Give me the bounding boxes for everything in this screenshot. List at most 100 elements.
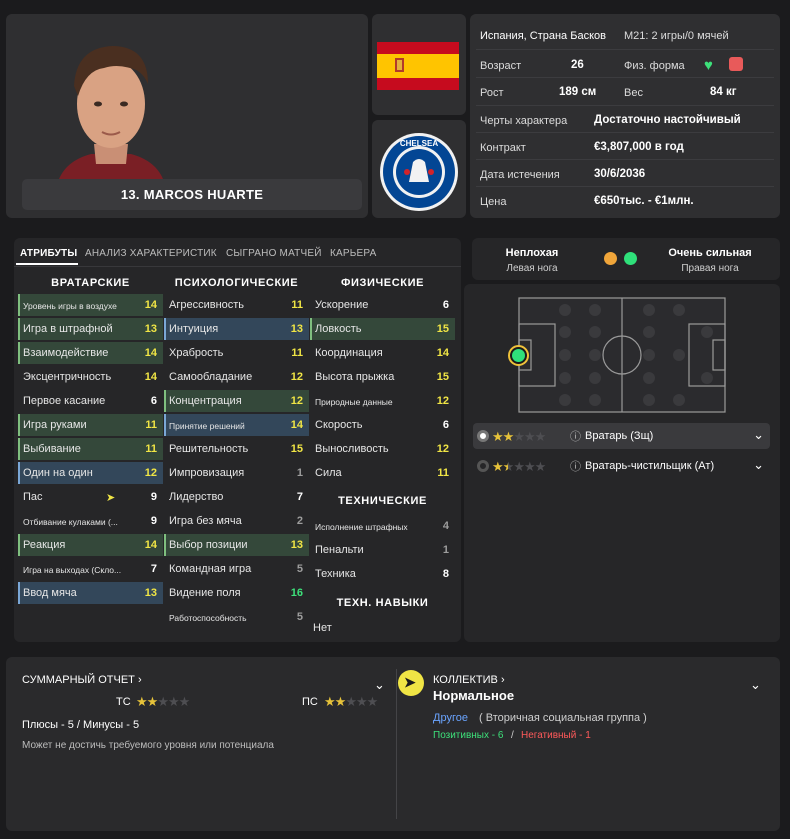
attribute-value: 6 bbox=[150, 395, 157, 407]
attribute-row[interactable]: Выносливость 12 bbox=[310, 438, 455, 460]
nation-flag-panel[interactable] bbox=[372, 14, 466, 115]
attribute-name: Отбивание кулаками (... bbox=[23, 517, 118, 527]
collective-link[interactable]: КОЛЛЕКТИВ › bbox=[433, 674, 505, 686]
attribute-value: 1 bbox=[442, 544, 449, 556]
attribute-row[interactable]: Один на один 12 bbox=[18, 462, 163, 484]
collective-icon: ➤ bbox=[398, 670, 424, 696]
attribute-value: 16 bbox=[290, 587, 303, 599]
nation-label[interactable]: Испания, Страна Басков bbox=[480, 30, 606, 42]
attribute-row[interactable]: Отбивание кулаками (... 9 bbox=[18, 510, 163, 532]
summary-report-link[interactable]: СУММАРНЫЙ ОТЧЕТ › bbox=[22, 674, 142, 686]
attribute-name: Храбрость bbox=[169, 347, 224, 359]
role-radio[interactable] bbox=[477, 460, 489, 472]
attribute-row[interactable]: Взаимодействие 14 bbox=[18, 342, 163, 364]
attribute-row[interactable]: Агрессивность 11 bbox=[164, 294, 309, 316]
chevron-down-icon[interactable]: ⌄ bbox=[750, 677, 761, 693]
attribute-row[interactable]: Высота прыжка 15 bbox=[310, 366, 455, 388]
attribute-name: Эксцентричность bbox=[23, 371, 112, 383]
attribute-name: Координация bbox=[315, 347, 383, 359]
attribute-row[interactable]: Лидерство 7 bbox=[164, 486, 309, 508]
attribute-row[interactable]: Командная игра 5 bbox=[164, 558, 309, 580]
club-badge-panel[interactable]: CHELSEA bbox=[372, 120, 466, 218]
role-row-1[interactable]: ★★★★★ ⓘ Вратарь (Зщ) ⌄ bbox=[473, 423, 770, 449]
attribute-row[interactable]: Реакция 14 bbox=[18, 534, 163, 556]
attribute-row[interactable]: Ускорение 6 bbox=[310, 294, 455, 316]
attribute-value: 14 bbox=[144, 299, 157, 311]
attribute-value: 7 bbox=[150, 563, 157, 575]
chevron-down-icon[interactable]: ⌄ bbox=[374, 677, 385, 693]
svg-text:CHELSEA: CHELSEA bbox=[400, 139, 438, 148]
tab-analysis[interactable]: АНАЛИЗ ХАРАКТЕРИСТИК bbox=[85, 248, 217, 259]
attribute-value: 5 bbox=[296, 563, 303, 575]
attribute-name: Исполнение штрафных bbox=[315, 522, 408, 532]
physical-header: ФИЗИЧЕСКИЕ bbox=[340, 277, 425, 289]
star-icon: ★ bbox=[334, 694, 347, 709]
attribute-row[interactable]: Игра без мяча 2 bbox=[164, 510, 309, 532]
star-icon: ★ bbox=[534, 429, 547, 444]
attribute-row[interactable]: Координация 14 bbox=[310, 342, 455, 364]
attribute-row[interactable]: Игра руками 11 bbox=[18, 414, 163, 436]
attribute-row[interactable]: Первое касание 6 bbox=[18, 390, 163, 412]
price-value: €650тыс. - €1млн. bbox=[594, 195, 694, 207]
attribute-row[interactable]: Самообладание 12 bbox=[164, 366, 309, 388]
attribute-value: 11 bbox=[437, 467, 449, 479]
attribute-value: 4 bbox=[442, 520, 449, 532]
attribute-name: Пас bbox=[23, 491, 43, 503]
attribute-row[interactable]: Интуиция 13 bbox=[164, 318, 309, 340]
attribute-row[interactable]: Концентрация 12 bbox=[164, 390, 309, 412]
contract-value: €3,807,000 в год bbox=[594, 141, 684, 153]
player-photo-panel: 13. MARCOS HUARTE bbox=[6, 14, 368, 218]
attribute-row[interactable]: Принятие решений 14 bbox=[164, 414, 309, 436]
goalkeeper-position-marker[interactable] bbox=[508, 345, 529, 366]
attribute-row[interactable]: Работоспособность 5 bbox=[164, 606, 309, 628]
social-group-link[interactable]: Другое bbox=[433, 712, 468, 724]
player-info-panel: Испания, Страна Басков М21: 2 игры/0 мяч… bbox=[470, 14, 780, 218]
attribute-name: Интуиция bbox=[169, 323, 219, 335]
attribute-value: 14 bbox=[144, 347, 157, 359]
info-icon[interactable]: ⓘ bbox=[570, 428, 581, 444]
tab-career[interactable]: КАРЬЕРА bbox=[330, 248, 376, 259]
info-icon[interactable]: ⓘ bbox=[570, 458, 581, 474]
half-star-icon: ★ bbox=[502, 459, 515, 474]
summary-title: СУММАРНЫЙ ОТЧЕТ bbox=[22, 674, 135, 686]
attribute-row[interactable]: Ловкость 15 bbox=[310, 318, 455, 340]
attribute-row[interactable]: Техника 8 bbox=[310, 563, 455, 585]
attribute-row[interactable]: Ввод мяча 13 bbox=[18, 582, 163, 604]
attribute-value: 12 bbox=[436, 443, 449, 455]
attribute-name: Работоспособность bbox=[169, 613, 247, 623]
chevron-down-icon[interactable]: ⌄ bbox=[753, 427, 764, 443]
collective-status: Нормальное bbox=[433, 688, 515, 703]
attribute-value: 1 bbox=[296, 467, 303, 479]
attribute-row[interactable]: Решительность 15 bbox=[164, 438, 309, 460]
tab-attributes[interactable]: АТРИБУТЫ bbox=[20, 248, 77, 259]
attribute-row[interactable]: Скорость 6 bbox=[310, 414, 455, 436]
attribute-row[interactable]: Игра на выходах (Скло... 7 bbox=[18, 558, 163, 580]
star-icon: ★ bbox=[366, 694, 379, 709]
attribute-row[interactable]: Видение поля 16 bbox=[164, 582, 309, 604]
attribute-value: 13 bbox=[144, 587, 157, 599]
chevron-down-icon[interactable]: ⌄ bbox=[753, 457, 764, 473]
role-radio-selected[interactable] bbox=[477, 430, 489, 442]
attribute-row[interactable]: Пенальти 1 bbox=[310, 539, 455, 561]
attribute-name: Взаимодействие bbox=[23, 347, 109, 359]
attribute-row[interactable]: Пас 9 bbox=[18, 486, 163, 508]
attribute-row[interactable]: Природные данные 12 bbox=[310, 390, 455, 412]
role-row-2[interactable]: ★★★★★ ⓘ Вратарь-чистильщик (Ат) ⌄ bbox=[473, 453, 770, 479]
attribute-row[interactable]: Импровизация 1 bbox=[164, 462, 309, 484]
left-foot-rating: Неплохая bbox=[505, 247, 559, 259]
pitch-diagram bbox=[518, 297, 726, 413]
tab-matches[interactable]: СЫГРАНО МАТЧЕЙ bbox=[226, 248, 322, 259]
attribute-row[interactable]: Исполнение штрафных 4 bbox=[310, 515, 455, 537]
attribute-row[interactable]: Выбор позиции 13 bbox=[164, 534, 309, 556]
personality-label: Черты характера bbox=[480, 115, 568, 127]
attribute-row[interactable]: Сила 11 bbox=[310, 462, 455, 484]
role-stars: ★★★★★ bbox=[492, 428, 547, 446]
attribute-row[interactable]: Выбивание 11 bbox=[18, 438, 163, 460]
attribute-row[interactable]: Храбрость 11 bbox=[164, 342, 309, 364]
expiry-value: 30/6/2036 bbox=[594, 168, 646, 180]
attribute-row[interactable]: Уровень игры в воздухе 14 bbox=[18, 294, 163, 316]
attribute-value: 11 bbox=[291, 347, 303, 359]
attribute-row[interactable]: Эксцентричность 14 bbox=[18, 366, 163, 388]
star-icon: ★ bbox=[157, 694, 169, 709]
attribute-row[interactable]: Игра в штрафной 13 bbox=[18, 318, 163, 340]
